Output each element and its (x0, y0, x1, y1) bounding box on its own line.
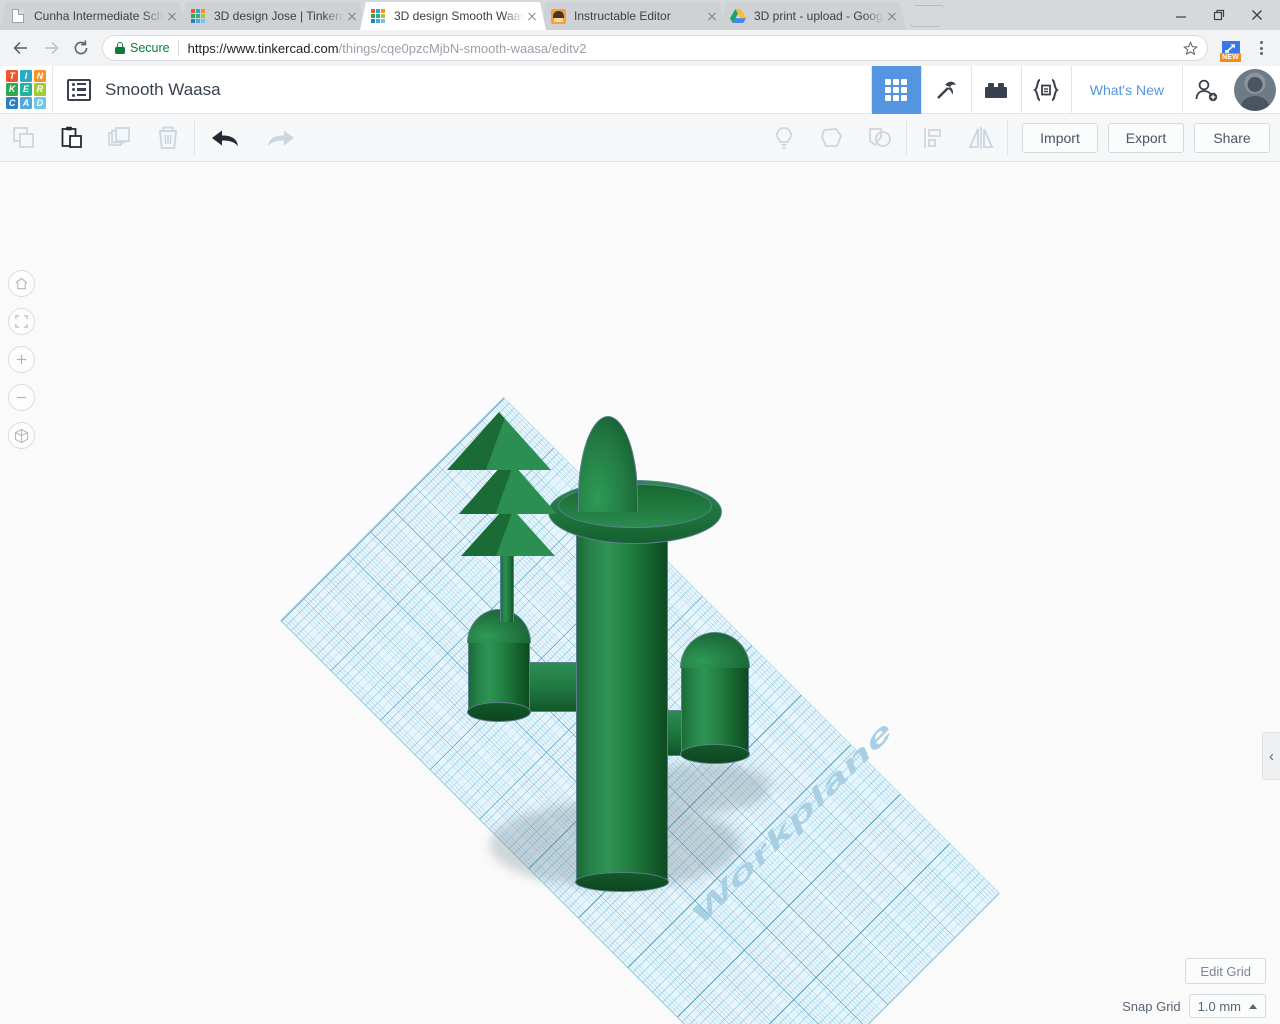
share-button[interactable]: Share (1194, 122, 1270, 153)
tab-title: 3D print - upload - Googl (754, 9, 884, 23)
edit-grid-button[interactable]: Edit Grid (1185, 958, 1266, 984)
logo-tile: D (33, 97, 46, 110)
browser-toolbar: Secure https://www.tinkercad.com/things/… (0, 30, 1280, 66)
snap-grid-label: Snap Grid (1122, 998, 1181, 1014)
document-icon (10, 8, 26, 24)
avatar[interactable] (1234, 68, 1276, 111)
back-arrow-icon[interactable] (6, 33, 36, 63)
redo-icon[interactable] (253, 114, 309, 162)
logo-tile: K (6, 83, 19, 96)
paste-icon[interactable] (48, 114, 96, 162)
url-path: /things/cqe0pzcMjbN-smooth-waasa/editv2 (338, 40, 587, 56)
tab-strip: Cunha Intermediate Sch 3D design Jose | … (0, 0, 1280, 30)
close-icon[interactable] (164, 8, 180, 24)
divider (906, 120, 907, 155)
lightbulb-icon[interactable] (760, 114, 808, 162)
kebab-menu-icon[interactable] (1248, 35, 1274, 61)
divider (52, 65, 53, 114)
group-icon[interactable] (808, 114, 856, 162)
mirror-icon[interactable] (957, 114, 1005, 162)
edit-toolbar: Import Export Share (0, 114, 1280, 162)
snap-grid-value: 1.0 mm (1197, 998, 1241, 1014)
close-icon[interactable] (344, 8, 360, 24)
new-tab-button[interactable] (910, 5, 944, 27)
browser-window: Cunha Intermediate Sch 3D design Jose | … (0, 0, 1280, 1024)
tab-title: 3D design Jose | Tinkerc (214, 9, 344, 23)
add-person-icon[interactable] (1182, 65, 1228, 114)
snap-grid-select[interactable]: 1.0 mm (1188, 994, 1266, 1018)
tab-title: Instructable Editor (574, 9, 671, 23)
close-icon[interactable] (704, 8, 720, 24)
perspective-toggle-icon[interactable] (8, 422, 35, 449)
tinkercad-icon (190, 8, 206, 24)
extension-badge: NEW (1220, 53, 1241, 62)
minimize-icon[interactable] (1162, 0, 1200, 30)
align-icon[interactable] (909, 114, 957, 162)
close-icon[interactable] (884, 8, 900, 24)
logo-tile: E (19, 83, 33, 96)
tab-title: 3D design Smooth Waas (394, 9, 524, 23)
logo-tile: N (33, 69, 46, 82)
forward-arrow-icon (36, 33, 66, 63)
logo-tile: A (19, 97, 33, 110)
ungroup-icon[interactable] (856, 114, 904, 162)
caret-up-icon (1249, 1003, 1257, 1009)
browser-tab[interactable]: 3D print - upload - Googl (720, 2, 906, 30)
tab-title: Cunha Intermediate Sch (34, 9, 164, 23)
extension-icon[interactable]: NEW (1218, 35, 1244, 62)
logo-tile: R (33, 83, 46, 96)
browser-tab[interactable]: Cunha Intermediate Sch (0, 2, 186, 30)
project-list-icon[interactable] (67, 78, 91, 101)
delete-icon[interactable] (144, 114, 192, 162)
tinkercad-app: T I N K E R C A D Smooth Waasa What's Ne… (0, 65, 1280, 1024)
instructables-icon (550, 8, 566, 24)
import-button[interactable]: Import (1022, 122, 1098, 153)
divider (177, 40, 179, 56)
panel-collapse-handle[interactable]: ‹ (1262, 732, 1280, 780)
star-icon[interactable] (1177, 35, 1203, 61)
browser-tab[interactable]: 3D design Jose | Tinkerc (180, 2, 366, 30)
fit-to-view-icon[interactable] (8, 308, 35, 335)
maximize-icon[interactable] (1200, 0, 1238, 30)
close-icon[interactable] (524, 8, 540, 24)
google-drive-icon (730, 8, 746, 24)
tinkercad-icon (370, 8, 386, 24)
logo-tile: C (6, 97, 19, 110)
address-bar[interactable]: Secure https://www.tinkercad.com/things/… (102, 35, 1208, 61)
reload-icon[interactable] (66, 33, 96, 63)
grid-view-icon[interactable] (870, 65, 921, 114)
undo-icon[interactable] (197, 114, 253, 162)
hammer-icon[interactable] (920, 65, 971, 114)
whats-new-link[interactable]: What's New (1070, 65, 1182, 114)
workplane-grid[interactable] (281, 398, 999, 1024)
header-actions: What's New (870, 65, 1280, 114)
lock-icon (115, 42, 125, 54)
url-text: https://www.tinkercad.com/things/cqe0pzc… (188, 41, 587, 56)
url-domain: https://www.tinkercad.com (187, 40, 339, 56)
snap-grid-control: Snap Grid 1.0 mm (1122, 994, 1266, 1018)
duplicate-icon[interactable] (96, 114, 144, 162)
zoom-in-icon[interactable] (8, 346, 35, 373)
workplane-stage: Workplane (0, 162, 1280, 1024)
zoom-out-icon[interactable] (8, 384, 35, 411)
close-icon[interactable] (1238, 0, 1276, 30)
security-label: Secure (130, 41, 170, 55)
browser-tab[interactable]: Instructable Editor (540, 2, 726, 30)
copy-icon[interactable] (0, 114, 48, 162)
divider (1007, 120, 1008, 155)
tinkercad-logo[interactable]: T I N K E R C A D (6, 69, 46, 110)
code-blocks-icon[interactable] (1020, 65, 1071, 114)
view-controls (8, 270, 35, 449)
app-header: T I N K E R C A D Smooth Waasa What's Ne… (0, 65, 1280, 114)
export-button[interactable]: Export (1108, 122, 1184, 153)
3d-viewport[interactable]: Workplane ‹ Edit Grid Snap Grid 1.0 mm (0, 162, 1280, 1024)
logo-tile: T (6, 69, 19, 82)
logo-tile: I (19, 69, 33, 82)
browser-tab-active[interactable]: 3D design Smooth Waas (360, 2, 546, 30)
divider (194, 120, 195, 155)
window-controls (1162, 0, 1280, 30)
home-view-icon[interactable] (8, 270, 35, 297)
brick-icon[interactable] (970, 65, 1021, 114)
page-title: Smooth Waasa (105, 79, 221, 99)
